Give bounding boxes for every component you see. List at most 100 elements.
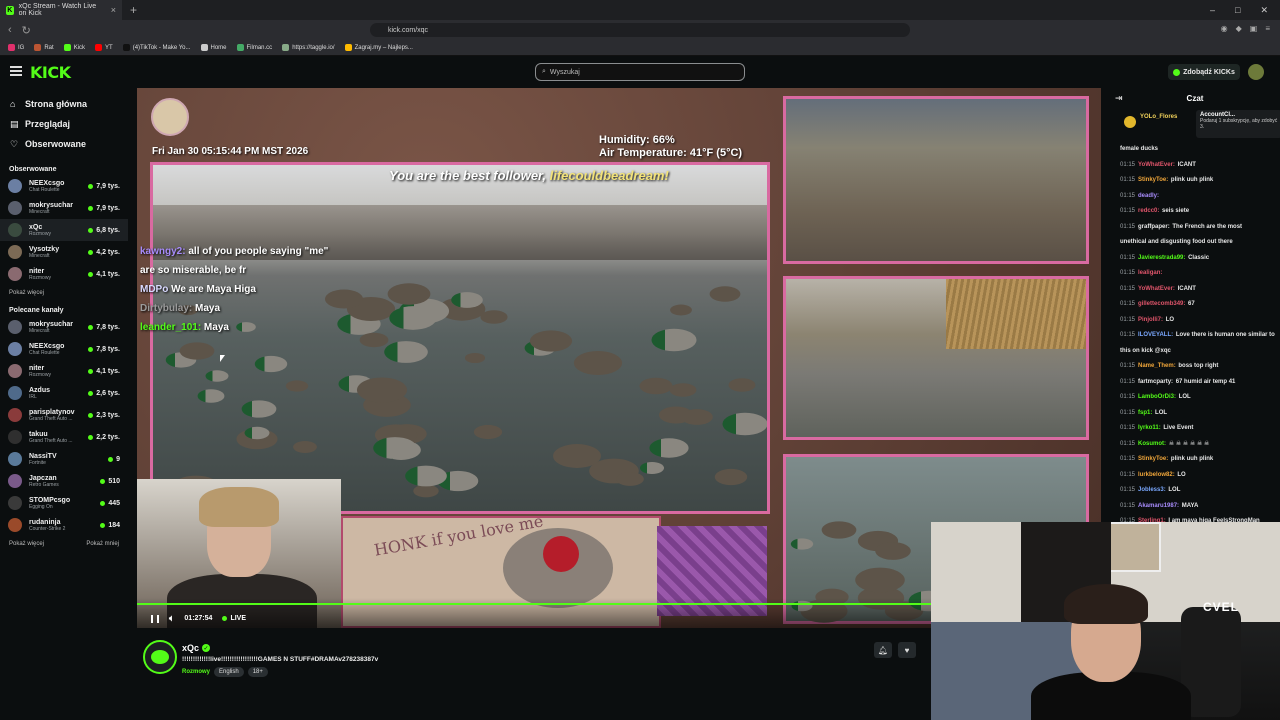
air-temperature-text: Air Temperature: 41°F (5°C) — [599, 147, 743, 159]
streamer-avatar[interactable] — [143, 640, 177, 674]
chat-message: 01:15 graffpaper: The French are the most — [1110, 220, 1280, 236]
tag-language[interactable]: English — [214, 667, 244, 677]
chat-username[interactable]: graffpaper: — [1138, 224, 1170, 230]
show-less-button[interactable]: Pokaż mniej — [86, 541, 119, 547]
channel-category: Fortnite — [29, 459, 46, 466]
sidebar-channel-neexcsgo[interactable]: NEEXcsgo Chat Roulette 7,9 tys. — [0, 175, 128, 197]
stream-category[interactable]: Rozmowy — [182, 667, 210, 677]
chat-username[interactable]: Akamaru1987: — [1138, 503, 1179, 509]
chat-username[interactable]: Kosumot: — [1138, 441, 1166, 447]
close-tab-icon[interactable]: × — [111, 5, 116, 15]
chat-username[interactable]: Name_Them: — [1138, 363, 1176, 369]
chat-username[interactable]: lurkbelow82: — [1138, 472, 1175, 478]
chat-username[interactable]: StinkyToe: — [1138, 177, 1168, 183]
heart-icon: ♡ — [10, 138, 19, 149]
sidebar-channel-rudaninja[interactable]: rudaninja Counter-Strike 2 184 — [0, 514, 128, 536]
duck-shape — [790, 538, 814, 550]
extension-icon[interactable]: ▣ — [1250, 24, 1258, 33]
chat-username[interactable]: YoWhatEver: — [1138, 162, 1175, 168]
chat-username[interactable]: deadly: — [1138, 193, 1159, 199]
hamburger-menu-icon[interactable] — [10, 66, 22, 76]
duck-shape — [244, 426, 270, 440]
chat-username[interactable]: lealigan: — [1138, 270, 1162, 276]
volume-icon[interactable]: 🔈︎ — [169, 613, 174, 624]
notification-bell-icon[interactable]: 🔔︎ — [874, 642, 892, 658]
sidebar-channel-nassitv[interactable]: NassiTV Fortnite 9 — [0, 448, 128, 470]
sidebar-channel-takuu[interactable]: takuu Grand Theft Auto ... 2,2 tys. — [0, 426, 128, 448]
channel-category: Counter-Strike 2 — [29, 525, 66, 532]
close-window-icon[interactable]: ✕ — [1260, 5, 1268, 16]
maximize-icon[interactable]: □ — [1235, 5, 1240, 16]
chat-username[interactable]: StinkyToe: — [1138, 456, 1168, 462]
duck-shape — [205, 370, 229, 382]
get-kicks-button[interactable]: Zdobądź KICKs — [1168, 64, 1240, 80]
sidebar-channel-xqc[interactable]: xQc Rozmowy 6,8 tys. — [0, 219, 128, 241]
chat-username[interactable]: Javierestrada99: — [1138, 255, 1185, 261]
show-more-button[interactable]: Pokaż więcej — [9, 541, 44, 547]
chat-username[interactable]: redcc0: — [1138, 208, 1159, 214]
channel-avatar — [8, 179, 22, 193]
browser-tab[interactable]: K xQc Stream - Watch Live on Kick × — [0, 0, 122, 20]
sidebar-channel-vysotzky[interactable]: Vysotzky Minecraft 4,2 tys. — [0, 241, 128, 263]
back-icon[interactable]: ‹ — [8, 24, 12, 36]
bookmark-item[interactable]: Kick — [63, 44, 85, 51]
sidebar-channel-niter[interactable]: niter Rozmowy 4,1 tys. — [0, 360, 128, 382]
bookmark-item[interactable]: IG — [8, 44, 24, 51]
user-avatar[interactable] — [1248, 64, 1264, 80]
chat-username[interactable]: Iyrko11: — [1138, 425, 1161, 431]
sub-promo-card[interactable]: AccountCl... Podaruj 1 subskrypcję, aby … — [1196, 110, 1280, 138]
bookmark-item[interactable]: https://taggle.io/ — [282, 44, 335, 51]
collapse-chat-icon[interactable]: ⇥ — [1115, 93, 1123, 104]
live-badge[interactable]: LIVE — [222, 615, 246, 622]
nav-browse[interactable]: ▤ Przeglądaj — [0, 114, 128, 134]
duck-shape — [405, 465, 447, 487]
chat-username[interactable]: Pinjolli7: — [1138, 317, 1163, 323]
chat-username[interactable]: ILOVEYALL: — [1138, 332, 1173, 338]
duck-shape — [356, 377, 408, 403]
sidebar-channel-parisplatynov[interactable]: parisplatynov Grand Theft Auto ... 2,3 tys… — [0, 404, 128, 426]
chat-username[interactable]: gillettecomb349: — [1138, 301, 1185, 307]
extension-icon[interactable]: ◆ — [1236, 24, 1242, 33]
pause-icon[interactable] — [151, 614, 159, 623]
chat-message-text: ICANT — [1177, 161, 1196, 168]
chat-username[interactable]: Jobless3: — [1138, 487, 1166, 493]
chat-username[interactable]: fartmcparty: — [1138, 379, 1173, 385]
chat-message-text: this on kick @xqc — [1120, 347, 1171, 354]
chat-username[interactable]: LamboOrDi3: — [1138, 394, 1176, 400]
chat-username[interactable]: fsp1: — [1138, 410, 1152, 416]
sidebar-channel-japczan[interactable]: Japczan Retro Games 510 — [0, 470, 128, 492]
bookmark-item[interactable]: (4)TikTok - Make Yo... — [122, 44, 191, 51]
search-input[interactable]: ⌕ Wyszukaj — [535, 63, 745, 81]
bookmark-item[interactable]: Filman.cc — [236, 44, 272, 51]
extension-icon[interactable]: ◉ — [1221, 24, 1228, 33]
new-tab-button[interactable]: + — [122, 3, 145, 17]
overlay-chat-text: We are Maya Higa — [168, 284, 256, 295]
follow-heart-icon[interactable]: ♥ — [898, 642, 916, 658]
chat-message: 01:15 Akamaru1987: MAYA — [1110, 499, 1280, 515]
menu-icon[interactable]: ≡ — [1265, 24, 1270, 33]
chat-username[interactable]: YoWhatEver: — [1138, 286, 1175, 292]
sidebar-channel-niter[interactable]: niter Rozmowy 4,1 tys. — [0, 263, 128, 285]
tag-mature[interactable]: 18+ — [247, 667, 268, 677]
sidebar-channel-stompcsgo[interactable]: STOMPcsgo Egging On 445 — [0, 492, 128, 514]
nav-following[interactable]: ♡ Obserwowane — [0, 134, 128, 154]
bookmark-item[interactable]: Home — [200, 44, 227, 51]
bookmark-item[interactable]: Rat — [34, 44, 54, 51]
kick-logo[interactable]: KICK — [30, 63, 71, 82]
progress-bar[interactable] — [137, 603, 931, 605]
channel-avatar — [8, 452, 22, 466]
nav-home[interactable]: ⌂ Strona główna — [0, 94, 128, 114]
reload-icon[interactable]: ↻ — [22, 24, 31, 37]
sidebar-channel-azdus[interactable]: Azdus IRL 2,6 tys. — [0, 382, 128, 404]
sidebar-channel-neexcsgo[interactable]: NEEXcsgo Chat Roulette 7,8 tys. — [0, 338, 128, 360]
minimize-icon[interactable]: – — [1210, 5, 1215, 16]
chat-message: 01:15 StinkyToe: plink uuh plink — [1110, 452, 1280, 468]
show-more-followed[interactable]: Pokaż więcej — [0, 285, 128, 301]
sidebar-channel-mokrysuchar[interactable]: mokrysuchar Minecraft 7,9 tys. — [0, 197, 128, 219]
url-field[interactable]: kick.com/xqc — [370, 23, 910, 37]
streamer-name[interactable]: xQc — [182, 643, 199, 653]
bookmark-item[interactable]: Zagraj.my – Najleps... — [344, 44, 413, 51]
top-gifter[interactable]: YOLo_Flores — [1140, 110, 1177, 138]
sidebar-channel-mokrysuchar[interactable]: mokrysuchar Minecraft 7,8 tys. — [0, 316, 128, 338]
bookmark-item[interactable]: YT — [95, 44, 113, 51]
